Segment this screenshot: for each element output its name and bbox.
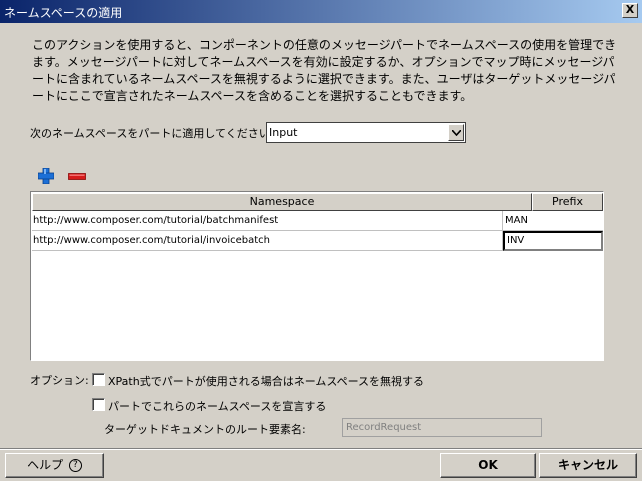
ignore-xpath-label[interactable]: XPath式でパートが使用される場合はネームスペースを無視する — [108, 373, 424, 389]
help-button[interactable]: ヘルプ ? — [5, 453, 104, 478]
add-icon[interactable] — [38, 168, 54, 184]
declare-namespaces-label[interactable]: パートでこれらのネームスペースを宣言する — [108, 398, 326, 414]
help-button-label: ヘルプ — [27, 458, 64, 472]
ignore-xpath-checkbox[interactable] — [92, 373, 105, 386]
namespace-cell[interactable]: http://www.composer.com/tutorial/batchma… — [32, 211, 503, 231]
part-select[interactable]: Input — [266, 122, 466, 143]
close-button[interactable]: X — [622, 3, 638, 18]
prefix-edit-field[interactable]: INV — [503, 231, 603, 251]
column-header-namespace[interactable]: Namespace — [32, 193, 532, 211]
divider-highlight — [0, 449, 642, 450]
options-label: オプション: — [30, 374, 89, 387]
namespace-table: Namespace Prefix http://www.composer.com… — [30, 191, 604, 361]
description-text: このアクションを使用すると、コンポーネントの任意のメッセージパートでネームスペー… — [32, 38, 617, 103]
declare-namespaces-checkbox[interactable] — [92, 398, 105, 411]
window-title: ネームスペースの適用 — [4, 6, 123, 20]
title-bar: ネームスペースの適用 X — [0, 0, 642, 23]
remove-icon[interactable] — [68, 173, 86, 180]
chevron-down-icon[interactable] — [448, 124, 464, 141]
root-element-label: ターゲットドキュメントのルート要素名: — [104, 423, 306, 436]
prefix-cell[interactable]: MAN — [503, 211, 603, 231]
help-icon: ? — [68, 459, 82, 472]
table-row[interactable]: http://www.composer.com/tutorial/invoice… — [32, 231, 603, 251]
apply-part-label: 次のネームスペースをパートに適用してください — [30, 127, 270, 140]
namespace-cell[interactable]: http://www.composer.com/tutorial/invoice… — [32, 231, 503, 251]
table-row[interactable]: http://www.composer.com/tutorial/batchma… — [32, 211, 603, 231]
part-select-value: Input — [269, 126, 298, 139]
root-element-input: RecordRequest — [342, 418, 542, 437]
ok-button[interactable]: OK — [440, 453, 536, 478]
cancel-button[interactable]: キャンセル — [539, 453, 637, 478]
column-header-prefix[interactable]: Prefix — [532, 193, 603, 211]
